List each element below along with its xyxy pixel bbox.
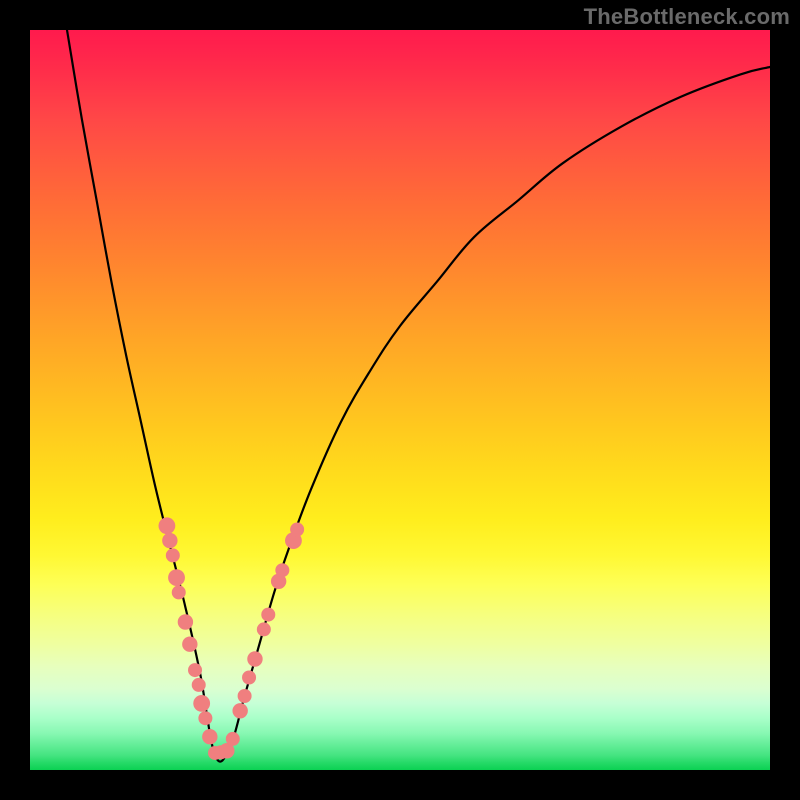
marker-dot [247, 651, 262, 666]
bottleneck-curve [67, 30, 770, 762]
watermark-text: TheBottleneck.com [584, 4, 790, 30]
marker-dot [182, 637, 197, 652]
marker-dot [238, 689, 252, 703]
marker-dot [172, 585, 186, 599]
marker-dot [261, 608, 275, 622]
marker-dot [193, 695, 210, 712]
chart-frame: TheBottleneck.com [0, 0, 800, 800]
marker-dot [178, 614, 193, 629]
marker-dot [257, 622, 271, 636]
marker-dot [275, 563, 289, 577]
marker-dot [226, 732, 240, 746]
marker-dot [198, 711, 212, 725]
marker-group [159, 517, 305, 760]
marker-dot [166, 548, 180, 562]
marker-dot [159, 517, 176, 534]
marker-dot [192, 678, 206, 692]
chart-svg [30, 30, 770, 770]
marker-dot [188, 663, 202, 677]
marker-dot [162, 533, 177, 548]
marker-dot [168, 569, 185, 586]
marker-dot [242, 671, 256, 685]
marker-dot [290, 523, 304, 537]
marker-dot [232, 703, 247, 718]
marker-dot [202, 729, 217, 744]
plot-area [30, 30, 770, 770]
